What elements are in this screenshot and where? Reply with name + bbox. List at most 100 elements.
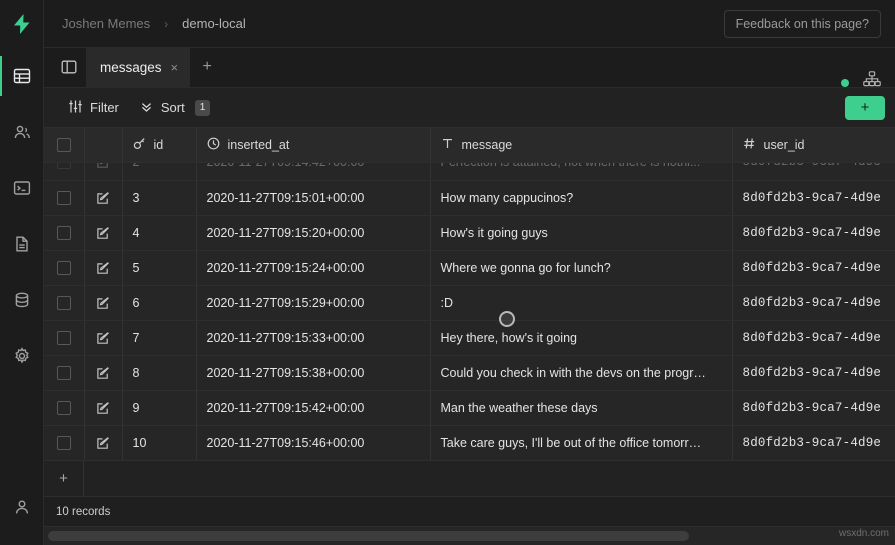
table-row[interactable]: 2 2020-11-27T09:14:42+00:00 Perfection i… [44, 162, 895, 180]
column-header-id[interactable]: id [122, 128, 196, 162]
cell-inserted-at[interactable]: 2020-11-27T09:15:33+00:00 [196, 320, 430, 355]
cell-inserted-at[interactable]: 2020-11-27T09:15:20+00:00 [196, 215, 430, 250]
tab-messages[interactable]: messages × [86, 47, 190, 87]
filter-button[interactable]: Filter [58, 95, 129, 121]
row-select-cell[interactable] [44, 180, 84, 215]
row-select-cell[interactable] [44, 425, 84, 460]
schema-visualizer-icon[interactable] [863, 71, 881, 87]
add-row-button[interactable]: + [44, 461, 84, 497]
close-icon[interactable]: × [171, 61, 179, 74]
row-edit-cell[interactable] [84, 162, 122, 180]
table-row[interactable]: 92020-11-27T09:15:42+00:00Man the weathe… [44, 390, 895, 425]
cell-message[interactable]: Could you check in with the devs on the … [430, 355, 732, 390]
cell-id[interactable]: 9 [122, 390, 196, 425]
row-select-cell[interactable] [44, 390, 84, 425]
edit-row-icon[interactable] [96, 401, 110, 415]
cell-inserted-at[interactable]: 2020-11-27T09:15:29+00:00 [196, 285, 430, 320]
table-row[interactable]: 72020-11-27T09:15:33+00:00Hey there, how… [44, 320, 895, 355]
sort-button[interactable]: Sort 1 [129, 95, 220, 121]
row-checkbox[interactable] [57, 162, 71, 169]
cell-inserted-at[interactable]: 2020-11-27T09:15:01+00:00 [196, 180, 430, 215]
grid-scroll-area[interactable]: id inserted_at [44, 128, 895, 461]
sidebar-item-authentication[interactable] [0, 104, 44, 160]
row-checkbox[interactable] [57, 296, 71, 310]
sidebar-item-database[interactable] [0, 272, 44, 328]
cell-user-id[interactable]: 8d0fd2b3-9ca7-4d9e [732, 162, 895, 180]
edit-row-icon[interactable] [96, 191, 110, 205]
table-row[interactable]: 82020-11-27T09:15:38+00:00Could you chec… [44, 355, 895, 390]
cell-message[interactable]: How many cappucinos? [430, 180, 732, 215]
sidebar-item-table-editor[interactable] [0, 48, 44, 104]
edit-row-icon[interactable] [96, 296, 110, 310]
feedback-button[interactable]: Feedback on this page? [724, 10, 881, 38]
row-checkbox[interactable] [57, 226, 71, 240]
sidebar-item-documentation[interactable] [0, 216, 44, 272]
cell-inserted-at[interactable]: 2020-11-27T09:15:38+00:00 [196, 355, 430, 390]
cell-inserted-at[interactable]: 2020-11-27T09:15:42+00:00 [196, 390, 430, 425]
row-select-cell[interactable] [44, 162, 84, 180]
sidebar-item-account[interactable] [0, 479, 44, 535]
row-select-cell[interactable] [44, 215, 84, 250]
cell-user-id[interactable]: 8d0fd2b3-9ca7-4d9e [732, 285, 895, 320]
cell-user-id[interactable]: 8d0fd2b3-9ca7-4d9e [732, 390, 895, 425]
row-edit-cell[interactable] [84, 250, 122, 285]
supabase-lightning-logo[interactable] [0, 0, 44, 48]
cell-message[interactable]: How's it going guys [430, 215, 732, 250]
breadcrumb-project[interactable]: demo-local [182, 16, 246, 31]
table-row[interactable]: 42020-11-27T09:15:20+00:00How's it going… [44, 215, 895, 250]
cell-message[interactable]: Man the weather these days [430, 390, 732, 425]
row-checkbox[interactable] [57, 366, 71, 380]
row-checkbox[interactable] [57, 331, 71, 345]
select-all-header[interactable] [44, 128, 84, 162]
row-select-cell[interactable] [44, 285, 84, 320]
cell-id[interactable]: 3 [122, 180, 196, 215]
row-select-cell[interactable] [44, 250, 84, 285]
cell-id[interactable]: 7 [122, 320, 196, 355]
cell-inserted-at[interactable]: 2020-11-27T09:15:24+00:00 [196, 250, 430, 285]
table-row[interactable]: 32020-11-27T09:15:01+00:00How many cappu… [44, 180, 895, 215]
cell-message[interactable]: Where we gonna go for lunch? [430, 250, 732, 285]
row-edit-cell[interactable] [84, 320, 122, 355]
breadcrumb-org[interactable]: Joshen Memes [62, 16, 150, 31]
cell-user-id[interactable]: 8d0fd2b3-9ca7-4d9e [732, 180, 895, 215]
cell-id[interactable]: 4 [122, 215, 196, 250]
sidebar-panel-toggle-icon[interactable] [52, 47, 86, 87]
row-edit-cell[interactable] [84, 285, 122, 320]
cell-id[interactable]: 5 [122, 250, 196, 285]
cell-id[interactable]: 6 [122, 285, 196, 320]
cell-user-id[interactable]: 8d0fd2b3-9ca7-4d9e [732, 215, 895, 250]
row-checkbox[interactable] [57, 191, 71, 205]
cell-user-id[interactable]: 8d0fd2b3-9ca7-4d9e [732, 250, 895, 285]
cell-id[interactable]: 2 [122, 162, 196, 180]
edit-row-icon[interactable] [96, 226, 110, 240]
cell-message[interactable]: :D [430, 285, 732, 320]
insert-row-button[interactable]: + [845, 96, 885, 120]
row-edit-cell[interactable] [84, 215, 122, 250]
add-tab-button[interactable]: + [190, 47, 224, 87]
row-edit-cell[interactable] [84, 355, 122, 390]
row-checkbox[interactable] [57, 436, 71, 450]
table-row[interactable]: 102020-11-27T09:15:46+00:00Take care guy… [44, 425, 895, 460]
edit-row-icon[interactable] [96, 331, 110, 345]
row-edit-cell[interactable] [84, 180, 122, 215]
cell-user-id[interactable]: 8d0fd2b3-9ca7-4d9e [732, 355, 895, 390]
select-all-checkbox[interactable] [57, 138, 71, 152]
row-checkbox[interactable] [57, 401, 71, 415]
cell-user-id[interactable]: 8d0fd2b3-9ca7-4d9e [732, 320, 895, 355]
cell-user-id[interactable]: 8d0fd2b3-9ca7-4d9e [732, 425, 895, 460]
edit-row-icon[interactable] [96, 162, 110, 169]
cell-inserted-at[interactable]: 2020-11-27T09:14:42+00:00 [196, 162, 430, 180]
column-header-inserted-at[interactable]: inserted_at [196, 128, 430, 162]
edit-row-icon[interactable] [96, 261, 110, 275]
column-header-message[interactable]: message [430, 128, 732, 162]
row-select-cell[interactable] [44, 355, 84, 390]
horizontal-scrollbar[interactable]: wsxdn.com [44, 527, 895, 545]
cell-message[interactable]: Take care guys, I'll be out of the offic… [430, 425, 732, 460]
cell-id[interactable]: 8 [122, 355, 196, 390]
table-row[interactable]: 62020-11-27T09:15:29+00:00:D8d0fd2b3-9ca… [44, 285, 895, 320]
row-select-cell[interactable] [44, 320, 84, 355]
row-checkbox[interactable] [57, 261, 71, 275]
row-edit-cell[interactable] [84, 425, 122, 460]
cell-inserted-at[interactable]: 2020-11-27T09:15:46+00:00 [196, 425, 430, 460]
cell-id[interactable]: 10 [122, 425, 196, 460]
